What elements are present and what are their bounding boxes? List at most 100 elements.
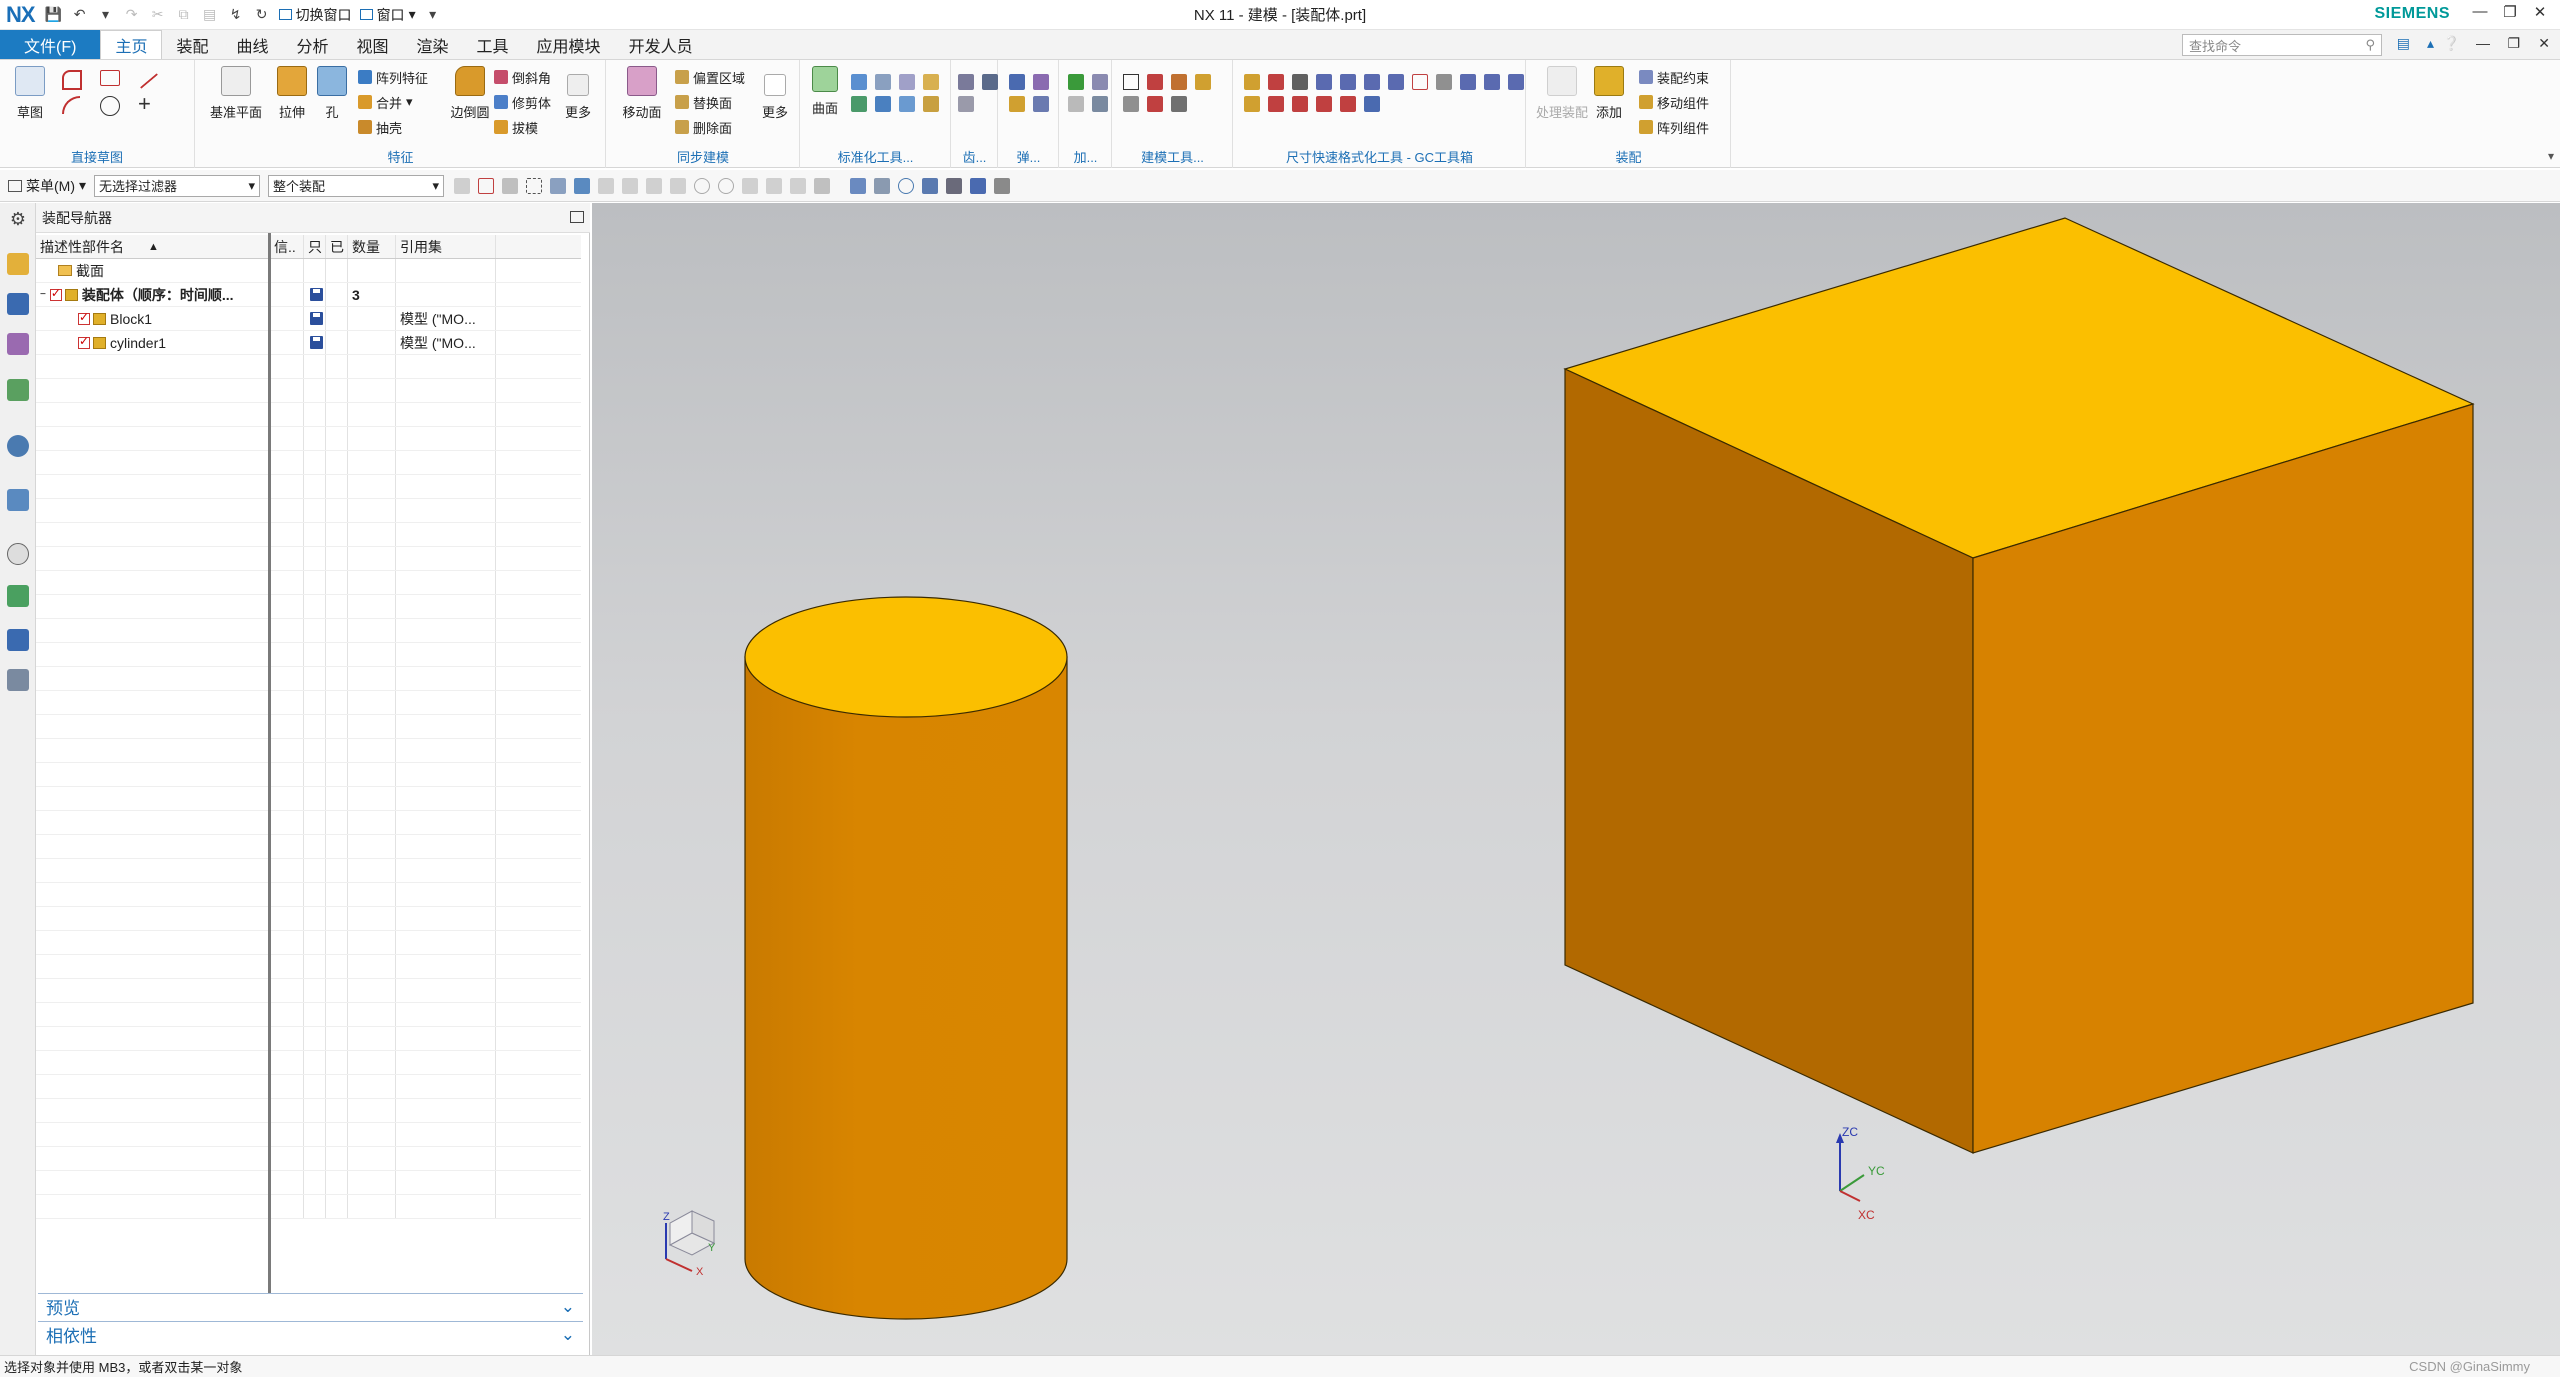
table-row[interactable]: 截面 xyxy=(36,259,581,283)
spring-tool-icon[interactable] xyxy=(1033,74,1049,90)
snap-icon[interactable] xyxy=(670,177,687,194)
close-button[interactable]: ✕ xyxy=(2526,3,2554,25)
snap-icon[interactable] xyxy=(526,177,543,194)
std-tool-icon[interactable] xyxy=(899,96,915,112)
tab-assembly[interactable]: 装配 xyxy=(162,30,222,59)
gear-tool-icon[interactable] xyxy=(958,74,974,90)
modeling-tool-icon[interactable] xyxy=(1171,96,1187,112)
modeling-tool-icon[interactable] xyxy=(1147,96,1163,112)
snap-icon[interactable] xyxy=(502,177,519,194)
dimension-tool-icon[interactable] xyxy=(1364,74,1380,90)
dimension-tool-icon[interactable] xyxy=(1388,74,1404,90)
clock-icon[interactable] xyxy=(7,543,29,565)
assembly-navigator-icon[interactable] xyxy=(7,253,29,275)
column-header[interactable]: 引用集 xyxy=(396,235,496,258)
visibility-checkbox[interactable] xyxy=(78,334,90,349)
model-canvas[interactable]: ZC YC XC Z X Y xyxy=(592,203,2560,1355)
block1-body[interactable] xyxy=(1563,217,2475,1154)
dimension-tool-icon[interactable] xyxy=(1412,74,1428,90)
cut-icon[interactable]: ✂ xyxy=(147,4,169,26)
column-header[interactable]: 信.. xyxy=(270,235,304,258)
copy-icon[interactable]: ⧉ xyxy=(173,4,195,26)
dimension-tool-icon[interactable] xyxy=(1508,74,1524,90)
reuse-library-icon[interactable] xyxy=(7,379,29,401)
snap-icon[interactable] xyxy=(694,177,711,194)
window-menu-button[interactable]: 窗口 ▾ xyxy=(359,5,416,25)
shell-button[interactable]: 抽壳 xyxy=(358,116,402,138)
constraint-navigator-icon[interactable] xyxy=(7,293,29,315)
tab-application[interactable]: 应用模块 xyxy=(523,30,615,59)
cylinder-side-face[interactable] xyxy=(744,656,1068,1320)
delete-face-button[interactable]: 删除面 xyxy=(675,116,732,138)
std-tool-icon[interactable] xyxy=(923,74,939,90)
chamfer-button[interactable]: 倒斜角 xyxy=(494,66,551,88)
modeling-tool-icon[interactable] xyxy=(1147,74,1163,90)
dimension-tool-icon[interactable] xyxy=(1292,74,1308,90)
fit-view-icon[interactable] xyxy=(850,177,867,194)
graphics-viewport[interactable]: ZC YC XC Z X Y xyxy=(592,203,2560,1355)
tab-render[interactable]: 渲染 xyxy=(403,30,463,59)
draft-button[interactable]: 拔模 xyxy=(494,116,538,138)
snap-icon[interactable] xyxy=(646,177,663,194)
part-navigator-icon[interactable] xyxy=(7,333,29,355)
snap-icon[interactable] xyxy=(454,177,471,194)
table-row[interactable]: − 装配体（顺序：时间顺... 3 xyxy=(36,283,581,307)
unite-button[interactable]: 合并 ▾ xyxy=(358,91,413,113)
zoom-icon[interactable] xyxy=(874,177,891,194)
dimension-tool-icon[interactable] xyxy=(1244,96,1260,112)
collapse-icon[interactable]: − xyxy=(40,289,46,300)
help-icon[interactable]: ❔ xyxy=(2443,35,2460,52)
cylinder-top-face[interactable] xyxy=(744,596,1068,718)
std-tool-icon[interactable] xyxy=(875,96,891,112)
render-style-icon[interactable] xyxy=(946,177,963,194)
more-view-icon[interactable] xyxy=(994,177,1011,194)
column-header[interactable]: 数量 xyxy=(348,235,396,258)
std-tool-icon[interactable] xyxy=(875,74,891,90)
dependencies-panel-header[interactable]: 相依性 ⌄ xyxy=(38,1321,583,1347)
undo-icon[interactable]: ↶ xyxy=(69,4,91,26)
dimension-tool-icon[interactable] xyxy=(1268,96,1284,112)
view-triad[interactable]: Z X Y xyxy=(663,1210,716,1278)
ribbon-options-icon[interactable]: ▤ xyxy=(2397,35,2410,52)
modeling-tool-icon[interactable] xyxy=(1171,74,1187,90)
table-row[interactable]: cylinder1 模型 ("MO... xyxy=(36,331,581,355)
machining-tool-icon[interactable] xyxy=(1092,96,1108,112)
touch-mode-icon[interactable]: ↻ xyxy=(251,4,273,26)
file-menu-tab[interactable]: 文件(F) xyxy=(0,30,101,59)
machining-tool-icon[interactable] xyxy=(1068,74,1084,90)
column-header[interactable]: 只 xyxy=(304,235,326,258)
modeling-tool-icon[interactable] xyxy=(1123,74,1139,90)
visibility-checkbox[interactable] xyxy=(49,286,62,301)
save-icon[interactable]: 💾 xyxy=(43,4,65,26)
sync-more-button[interactable]: 更多 xyxy=(753,66,797,121)
modeling-tool-icon[interactable] xyxy=(1123,96,1139,112)
wcs-triad[interactable]: ZC YC XC xyxy=(1836,1125,1885,1222)
dimension-tool-icon[interactable] xyxy=(1316,74,1332,90)
orient-view-icon[interactable] xyxy=(922,177,939,194)
dimension-tool-icon[interactable] xyxy=(1460,74,1476,90)
ribbon-options-chevron-icon[interactable]: ▾ xyxy=(2548,149,2554,163)
dimension-tool-icon[interactable] xyxy=(1484,74,1500,90)
column-header[interactable]: 已 xyxy=(326,235,348,258)
dimension-tool-icon[interactable] xyxy=(1340,74,1356,90)
settings-gear-icon[interactable]: ⚙ xyxy=(7,209,29,231)
snap-icon[interactable] xyxy=(718,177,735,194)
snap-icon[interactable] xyxy=(766,177,783,194)
rotate-icon[interactable] xyxy=(898,177,915,194)
dimension-tool-icon[interactable] xyxy=(1364,96,1380,112)
doc-restore-button[interactable]: ❐ xyxy=(2507,35,2520,52)
trim-body-button[interactable]: 修剪体 xyxy=(494,91,551,113)
column-splitter[interactable] xyxy=(268,233,271,1293)
preview-panel-header[interactable]: 预览 ⌄ xyxy=(38,1293,583,1319)
dimension-tool-icon[interactable] xyxy=(1268,74,1284,90)
std-tool-icon[interactable] xyxy=(851,74,867,90)
cylinder1-body[interactable] xyxy=(744,596,1068,1320)
dimension-tool-icon[interactable] xyxy=(1292,96,1308,112)
visibility-checkbox[interactable] xyxy=(78,310,90,325)
repeat-command-icon[interactable]: ↯ xyxy=(225,4,247,26)
hole-button[interactable]: 孔 xyxy=(306,66,358,121)
snap-icon[interactable] xyxy=(814,177,831,194)
doc-close-button[interactable]: ✕ xyxy=(2538,35,2550,52)
paste-icon[interactable]: ▤ xyxy=(199,4,221,26)
ribbon-toggle-icon[interactable]: ▴ xyxy=(2427,35,2434,52)
